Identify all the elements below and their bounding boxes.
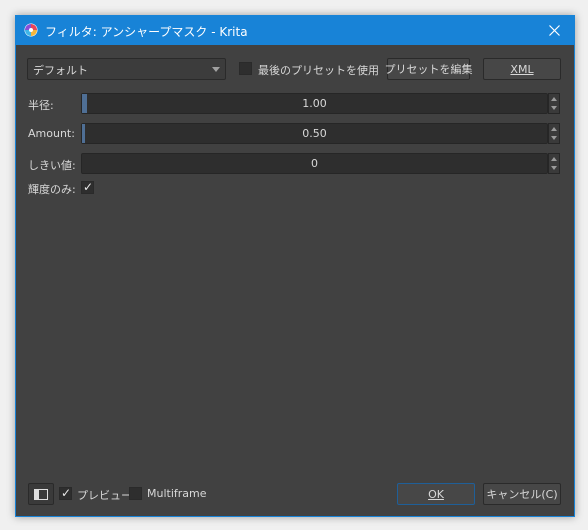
- close-icon: [548, 25, 560, 36]
- luminance-only-label: 輝度のみ:: [28, 183, 76, 196]
- ok-label: OK: [428, 487, 444, 501]
- preview-label: プレビュー: [77, 489, 132, 502]
- spin-down-icon[interactable]: [551, 136, 557, 140]
- radius-label: 半径:: [28, 99, 54, 112]
- xml-label: XML: [510, 62, 534, 76]
- radius-spinner[interactable]: [548, 93, 560, 114]
- spin-down-icon[interactable]: [551, 106, 557, 110]
- amount-slider[interactable]: 0.50: [81, 123, 548, 144]
- threshold-label: しきい値:: [28, 159, 76, 172]
- spin-down-icon[interactable]: [551, 166, 557, 170]
- krita-app-icon: [24, 23, 38, 37]
- spin-up-icon[interactable]: [551, 97, 557, 101]
- layout-toggle-button[interactable]: [28, 483, 54, 505]
- close-button[interactable]: [534, 16, 574, 45]
- cancel-button[interactable]: キャンセル(C): [483, 483, 561, 505]
- threshold-slider[interactable]: 0: [81, 153, 548, 174]
- xml-button[interactable]: XML: [483, 58, 561, 80]
- window-title: フィルタ: アンシャープマスク - Krita: [45, 25, 248, 39]
- panel-layout-icon: [34, 488, 48, 500]
- amount-spinner[interactable]: [548, 123, 560, 144]
- preset-select[interactable]: デフォルト: [27, 58, 226, 80]
- edit-presets-button[interactable]: プリセットを編集: [384, 58, 473, 80]
- chevron-down-icon: [212, 67, 220, 72]
- amount-value: 0.50: [302, 127, 327, 140]
- spin-up-icon[interactable]: [551, 157, 557, 161]
- cancel-label: キャンセル(C): [486, 488, 558, 501]
- spin-up-icon[interactable]: [551, 127, 557, 131]
- checkmark-icon: ✓: [83, 180, 94, 194]
- title-bar[interactable]: フィルタ: アンシャープマスク - Krita: [16, 16, 574, 45]
- radius-slider[interactable]: 1.00: [81, 93, 548, 114]
- radius-value: 1.00: [302, 97, 327, 110]
- preview-checkbox[interactable]: ✓: [59, 487, 72, 500]
- edit-presets-label: プリセットを編集: [384, 63, 473, 76]
- multiframe-checkbox[interactable]: [129, 487, 142, 500]
- ok-button[interactable]: OK: [397, 483, 475, 505]
- threshold-spinner[interactable]: [548, 153, 560, 174]
- use-last-preset-label: 最後のプリセットを使用: [258, 64, 379, 77]
- checkmark-icon: ✓: [61, 486, 72, 500]
- luminance-only-checkbox[interactable]: ✓: [81, 181, 94, 194]
- preset-select-value: デフォルト: [33, 64, 88, 77]
- multiframe-label: Multiframe: [147, 487, 207, 500]
- filter-dialog: フィルタ: アンシャープマスク - Krita デフォルト 最後のプリセットを使…: [15, 15, 575, 517]
- use-last-preset-checkbox[interactable]: [239, 62, 252, 75]
- amount-label: Amount:: [28, 127, 75, 140]
- threshold-value: 0: [311, 157, 318, 170]
